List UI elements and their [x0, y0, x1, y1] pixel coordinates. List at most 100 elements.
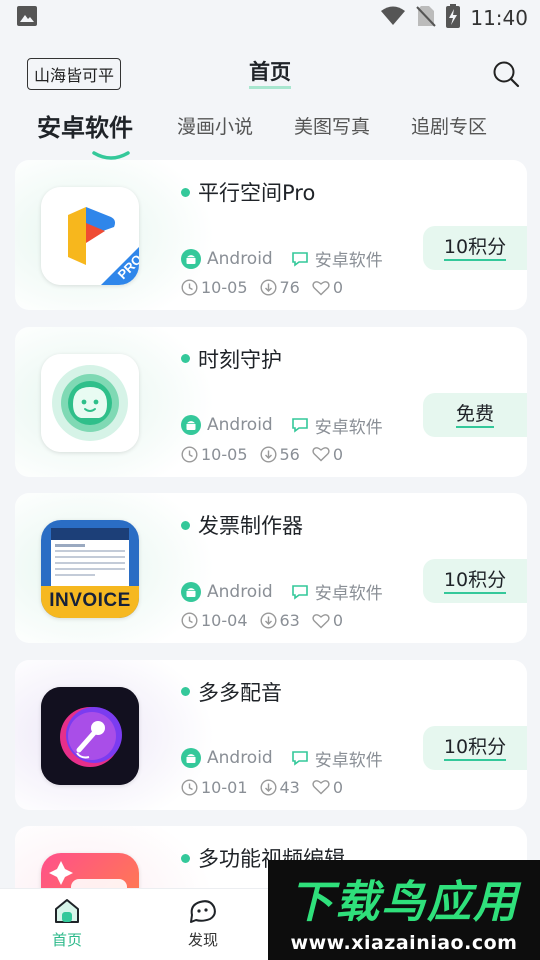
no-sim-icon	[416, 5, 437, 31]
heart-icon	[312, 613, 330, 628]
platform-label: Android	[207, 248, 273, 269]
page-title: 首页	[0, 58, 540, 89]
tab-indicator	[92, 146, 130, 160]
nav-home[interactable]: 首页	[37, 897, 97, 950]
status-dot	[181, 187, 190, 197]
battery-charging-icon	[446, 4, 461, 32]
status-dot	[181, 687, 190, 696]
platform-label: Android	[207, 581, 273, 602]
likes-stat: 0	[312, 445, 343, 464]
price-button[interactable]: 10积分	[423, 226, 527, 270]
app-meta: Android 安卓软件	[181, 246, 401, 271]
price-button[interactable]: 10积分	[423, 559, 527, 603]
clock-icon	[181, 612, 198, 629]
app-card[interactable]: INVOICE 发票制作器 Android 安卓软件 10-04 63 0 10…	[15, 493, 527, 643]
downloads-stat: 63	[259, 611, 300, 630]
android-icon	[181, 748, 201, 768]
status-dot	[181, 520, 190, 530]
tab-android-software[interactable]: 安卓软件	[37, 108, 133, 143]
download-icon	[259, 445, 277, 463]
category-label: 安卓软件	[314, 417, 383, 438]
likes-stat: 0	[312, 278, 343, 297]
date-stat: 10-05	[181, 278, 248, 297]
wifi-icon	[380, 5, 406, 31]
chat-tag-icon	[291, 251, 308, 267]
platform-tag: Android	[181, 748, 273, 768]
guardian-icon	[41, 353, 139, 452]
category-tag: 安卓软件	[291, 246, 383, 271]
app-stats: 10-01 43 0	[181, 778, 355, 797]
app-stats: 10-05 56 0	[181, 445, 355, 464]
chat-tag-icon	[291, 584, 308, 600]
platform-tag: Android	[181, 415, 273, 435]
home-icon	[55, 899, 79, 923]
category-tag: 安卓软件	[291, 579, 383, 604]
nav-discover[interactable]: 发现	[173, 897, 233, 950]
platform-tag: Android	[181, 248, 273, 269]
invoice-icon-label: INVOICE	[49, 590, 131, 611]
app-list: PRO 平行空间Pro Android 安卓软件 10-05 76 0 10积分…	[15, 160, 527, 960]
app-stats: 10-05 76 0	[181, 278, 355, 297]
chat-tag-icon	[291, 751, 308, 766]
platform-label: Android	[207, 415, 273, 435]
status-indicators: 11:40	[380, 4, 528, 32]
status-dot	[181, 853, 190, 863]
heart-icon	[312, 780, 330, 795]
app-name: 平行空间Pro	[181, 177, 315, 207]
likes-stat: 0	[312, 611, 343, 630]
watermark-logo: 下载鸟应用 www.xiazainiao.com	[268, 860, 540, 960]
platform-tag: Android	[181, 581, 273, 602]
status-time: 11:40	[470, 6, 528, 30]
watermark-url: www.xiazainiao.com	[290, 932, 518, 954]
app-card[interactable]: PRO 平行空间Pro Android 安卓软件 10-05 76 0 10积分	[15, 160, 527, 310]
parallel-space-pro-icon: PRO	[41, 187, 139, 285]
download-icon	[259, 612, 277, 629]
status-bar: 11:40	[0, 0, 540, 36]
downloads-stat: 56	[259, 445, 300, 464]
app-name: 发票制作器	[181, 510, 303, 540]
image-icon	[16, 5, 38, 31]
likes-stat: 0	[312, 778, 343, 797]
clock-icon	[181, 279, 198, 296]
category-tabs: 安卓软件 漫画小说 美图写真 追剧专区	[0, 106, 540, 160]
nav-discover-label: 发现	[187, 931, 218, 949]
app-name: 时刻守护	[181, 344, 282, 374]
price-button[interactable]: 免费	[423, 392, 527, 437]
status-dot	[181, 354, 190, 363]
download-icon	[259, 279, 277, 296]
downloads-stat: 43	[259, 778, 300, 797]
date-stat: 10-05	[181, 445, 248, 464]
android-icon	[181, 581, 201, 602]
category-tag: 安卓软件	[291, 413, 383, 438]
category-label: 安卓软件	[314, 750, 383, 771]
clock-icon	[181, 445, 198, 463]
category-label: 安卓软件	[314, 584, 383, 604]
category-label: 安卓软件	[314, 251, 383, 271]
android-icon	[181, 248, 201, 269]
nav-home-label: 首页	[51, 931, 82, 949]
date-stat: 10-04	[181, 611, 248, 630]
price-button[interactable]: 10积分	[423, 725, 527, 770]
date-stat: 10-01	[181, 778, 248, 797]
app-stats: 10-04 63 0	[181, 611, 355, 630]
clock-icon	[181, 778, 198, 796]
tab-comics-novels[interactable]: 漫画小说	[177, 112, 253, 139]
tab-photo-gallery[interactable]: 美图写真	[294, 112, 370, 139]
heart-icon	[312, 280, 330, 295]
search-icon[interactable]	[492, 60, 520, 88]
invoice-maker-icon: INVOICE	[41, 520, 139, 618]
discover-icon	[190, 900, 216, 923]
category-tag: 安卓软件	[291, 746, 383, 771]
tab-drama-zone[interactable]: 追剧专区	[411, 112, 487, 139]
download-icon	[259, 778, 277, 796]
downloads-stat: 76	[259, 278, 300, 297]
app-meta: Android 安卓软件	[181, 746, 401, 771]
app-card[interactable]: 时刻守护 Android 安卓软件 10-05 56 0 免费	[15, 326, 527, 477]
app-header: 山海皆可平 首页	[0, 44, 540, 104]
android-icon	[181, 415, 201, 435]
platform-label: Android	[207, 748, 273, 768]
heart-icon	[312, 447, 330, 462]
dubbing-mic-icon	[41, 686, 139, 785]
app-card[interactable]: 多多配音 Android 安卓软件 10-01 43 0 10积分	[15, 659, 527, 810]
chat-tag-icon	[291, 418, 308, 433]
